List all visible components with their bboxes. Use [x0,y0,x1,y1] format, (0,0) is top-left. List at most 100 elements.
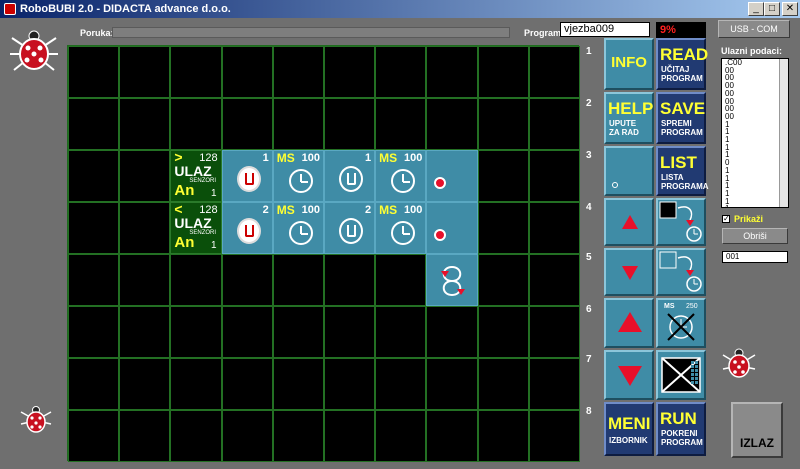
grid-cell[interactable] [170,358,222,410]
input-sensor-block[interactable]: > 128 ULAZ SENZORI An 1 [170,150,222,202]
delay-block[interactable]: MS 100 [272,202,324,254]
grid-cell[interactable] [528,410,580,462]
program-name-field[interactable]: vjezba009 [560,22,650,37]
program-grid[interactable]: > 128 ULAZ SENZORI An 1 1 MS 100 1 MS 10… [67,45,580,462]
grid-cell[interactable] [528,150,580,202]
sensor-block[interactable]: 2 [323,202,376,254]
grid-cell[interactable] [272,46,324,98]
grid-cell[interactable] [375,358,427,410]
obrisi-button[interactable]: Obriši [722,228,788,244]
blank-button[interactable] [604,146,654,196]
grid-cell[interactable] [68,358,120,410]
grid-cell[interactable] [119,202,171,254]
append-delay-button[interactable] [656,248,706,296]
grid-cell[interactable] [323,46,376,98]
grid-cell[interactable] [426,46,478,98]
delay-block[interactable]: MS 100 [375,150,427,202]
grid-cell[interactable] [119,98,171,150]
grid-cell[interactable] [68,410,120,462]
read-button[interactable]: READ UČITAJ PROGRAM [656,38,708,90]
grid-cell[interactable] [477,410,529,462]
grid-cell[interactable] [528,202,580,254]
grid-cell[interactable] [68,150,120,202]
grid-cell[interactable] [426,410,478,462]
prikazi-checkbox[interactable]: ✓ [722,215,730,223]
delay-block[interactable]: MS 100 [272,150,324,202]
sensor-block[interactable]: 2 [221,202,273,254]
grid-cell[interactable] [375,306,427,358]
grid-cell[interactable] [426,306,478,358]
grid-cell[interactable] [221,410,273,462]
grid-cell[interactable] [426,98,478,150]
grid-cell[interactable] [119,46,171,98]
input-data-list[interactable]: .C0000000000000000111110111111 [721,58,789,208]
insert-delay-button[interactable] [656,198,706,246]
grid-cell[interactable] [528,98,580,150]
list-button[interactable]: LIST LISTA PROGRAMA [656,146,709,196]
scroll-down-button[interactable] [604,350,654,400]
grid-cell[interactable] [221,254,273,306]
grid-cell[interactable] [68,254,120,306]
grid-cell[interactable] [272,306,324,358]
run-button[interactable]: RUN POKRENI PROGRAM [656,402,706,456]
info-button[interactable]: INFO [604,38,654,90]
delay-block[interactable]: MS 100 [375,202,427,254]
grid-cell[interactable] [375,46,427,98]
grid-cell[interactable] [68,46,120,98]
save-button[interactable]: SAVE SPREMI PROGRAM [656,92,706,144]
delete-delay-button[interactable]: MS 250 [656,298,706,348]
end-block[interactable] [426,150,478,202]
izlaz-button[interactable]: IZLAZ [731,402,783,458]
grid-cell[interactable] [170,98,222,150]
grid-cell[interactable] [477,306,529,358]
grid-cell[interactable] [272,410,324,462]
grid-cell[interactable] [528,46,580,98]
clear-grid-button[interactable] [656,350,706,400]
grid-cell[interactable] [323,306,376,358]
grid-cell[interactable] [119,358,171,410]
grid-cell[interactable] [528,358,580,410]
grid-cell[interactable] [375,254,427,306]
grid-cell[interactable] [323,254,376,306]
grid-cell[interactable] [477,46,529,98]
grid-cell[interactable] [272,358,324,410]
grid-cell[interactable] [221,306,273,358]
grid-cell[interactable] [119,150,171,202]
value-field[interactable]: 001 [722,251,788,263]
grid-cell[interactable] [323,410,376,462]
grid-cell[interactable] [170,306,222,358]
grid-cell[interactable] [170,46,222,98]
list-scrollbar[interactable] [779,59,788,207]
grid-cell[interactable] [68,306,120,358]
sensor-block[interactable]: 1 [323,150,376,202]
sensor-block[interactable]: 1 [221,150,273,202]
grid-cell[interactable] [477,202,529,254]
grid-cell[interactable] [119,254,171,306]
grid-cell[interactable] [221,98,273,150]
grid-cell[interactable] [221,358,273,410]
grid-cell[interactable] [375,410,427,462]
grid-cell[interactable] [119,410,171,462]
grid-cell[interactable] [477,150,529,202]
end-block[interactable] [426,202,478,254]
grid-cell[interactable] [528,306,580,358]
usb-com-button[interactable]: USB - COM [718,20,790,38]
meni-button[interactable]: MENI IZBORNIK [604,402,654,456]
grid-cell[interactable] [426,358,478,410]
grid-cell[interactable] [477,98,529,150]
grid-cell[interactable] [68,202,120,254]
grid-cell[interactable] [323,98,376,150]
close-button[interactable]: ✕ [782,2,798,16]
grid-cell[interactable] [323,358,376,410]
loop-block[interactable] [426,254,478,306]
grid-cell[interactable] [272,98,324,150]
input-sensor-block[interactable]: < 128 ULAZ SENZORI An 1 [170,202,222,254]
grid-cell[interactable] [221,46,273,98]
grid-cell[interactable] [477,254,529,306]
grid-cell[interactable] [477,358,529,410]
grid-cell[interactable] [119,306,171,358]
help-button[interactable]: HELP UPUTE ZA RAD [604,92,654,144]
maximize-button[interactable]: □ [764,2,780,16]
move-down-button[interactable] [604,248,654,296]
grid-cell[interactable] [68,98,120,150]
